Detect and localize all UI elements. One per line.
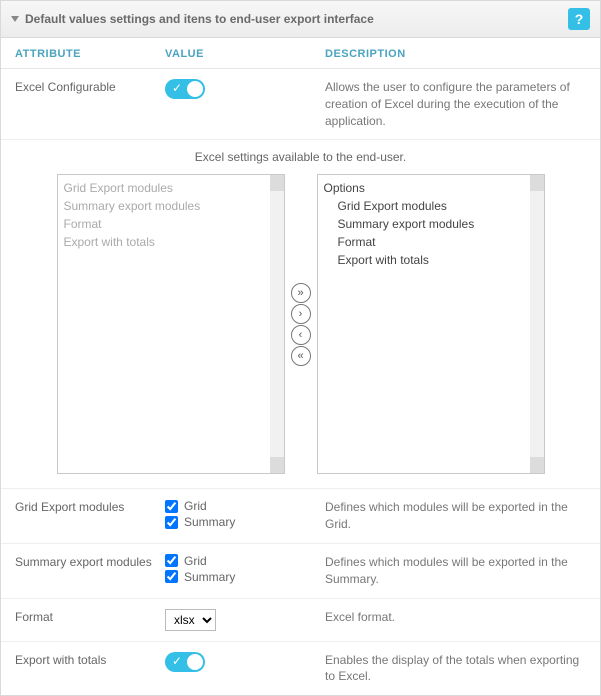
move-all-right-button[interactable]: »	[291, 283, 311, 303]
check-icon: ✓	[172, 654, 182, 668]
attr-grid-export: Grid Export modules	[15, 499, 165, 516]
desc-summary-export: Defines which modules will be exported i…	[325, 554, 586, 588]
panel-title: Default values settings and itens to end…	[25, 12, 374, 26]
available-listbox[interactable]: Grid Export modules Summary export modul…	[57, 174, 285, 474]
scroll-up-icon[interactable]	[530, 175, 544, 191]
settings-panel: Default values settings and itens to end…	[0, 0, 601, 696]
label-grid-export-summary: Summary	[184, 515, 235, 529]
list-item[interactable]: Format	[324, 233, 538, 251]
dual-list-section: Excel settings available to the end-user…	[1, 140, 600, 489]
scroll-up-icon[interactable]	[270, 175, 284, 191]
checkbox-grid-export-grid[interactable]	[165, 500, 178, 513]
transfer-arrows: » › ‹ «	[291, 283, 311, 366]
scrollbar[interactable]	[530, 175, 544, 473]
help-icon: ?	[575, 11, 584, 27]
row-grid-export: Grid Export modules Grid Summary Defines…	[1, 489, 600, 544]
header-attribute: ATTRIBUTE	[15, 48, 165, 60]
label-summary-export-summary: Summary	[184, 570, 235, 584]
row-format: Format xlsx Excel format.	[1, 599, 600, 642]
attr-excel-configurable: Excel Configurable	[15, 79, 165, 96]
attr-format: Format	[15, 609, 165, 626]
header-description: DESCRIPTION	[325, 48, 586, 60]
panel-header: Default values settings and itens to end…	[1, 1, 600, 38]
list-item[interactable]: Grid Export modules	[324, 197, 538, 215]
dual-list-caption: Excel settings available to the end-user…	[15, 144, 586, 174]
desc-export-totals: Enables the display of the totals when e…	[325, 652, 586, 686]
toggle-excel-configurable[interactable]: ✓	[165, 79, 205, 99]
scroll-down-icon[interactable]	[530, 457, 544, 473]
header-value: VALUE	[165, 48, 325, 60]
selected-listbox[interactable]: Options Grid Export modules Summary expo…	[317, 174, 545, 474]
checkbox-summary-export-summary[interactable]	[165, 570, 178, 583]
list-item[interactable]: Summary export modules	[64, 197, 278, 215]
row-export-totals: Export with totals ✓ Enables the display…	[1, 642, 600, 696]
collapse-icon[interactable]	[11, 16, 19, 22]
toggle-knob	[187, 654, 203, 670]
row-summary-export: Summary export modules Grid Summary Defi…	[1, 544, 600, 599]
move-right-button[interactable]: ›	[291, 304, 311, 324]
row-excel-configurable: Excel Configurable ✓ Allows the user to …	[1, 69, 600, 140]
format-select[interactable]: xlsx	[165, 609, 216, 631]
list-item[interactable]: Format	[64, 215, 278, 233]
desc-grid-export: Defines which modules will be exported i…	[325, 499, 586, 533]
scrollbar[interactable]	[270, 175, 284, 473]
list-item[interactable]: Export with totals	[64, 233, 278, 251]
toggle-knob	[187, 81, 203, 97]
checkbox-grid-export-summary[interactable]	[165, 516, 178, 529]
list-item[interactable]: Summary export modules	[324, 215, 538, 233]
desc-excel-configurable: Allows the user to configure the paramet…	[325, 79, 586, 129]
scroll-down-icon[interactable]	[270, 457, 284, 473]
list-item[interactable]: Export with totals	[324, 251, 538, 269]
list-item[interactable]: Grid Export modules	[64, 179, 278, 197]
attr-summary-export: Summary export modules	[15, 554, 165, 571]
desc-format: Excel format.	[325, 609, 586, 626]
column-headers: ATTRIBUTE VALUE DESCRIPTION	[1, 38, 600, 69]
label-summary-export-grid: Grid	[184, 554, 207, 568]
check-icon: ✓	[172, 81, 182, 95]
label-grid-export-grid: Grid	[184, 499, 207, 513]
move-all-left-button[interactable]: «	[291, 346, 311, 366]
toggle-export-totals[interactable]: ✓	[165, 652, 205, 672]
move-left-button[interactable]: ‹	[291, 325, 311, 345]
attr-export-totals: Export with totals	[15, 652, 165, 669]
help-button[interactable]: ?	[568, 8, 590, 30]
checkbox-summary-export-grid[interactable]	[165, 554, 178, 567]
list-group-header[interactable]: Options	[324, 179, 538, 197]
